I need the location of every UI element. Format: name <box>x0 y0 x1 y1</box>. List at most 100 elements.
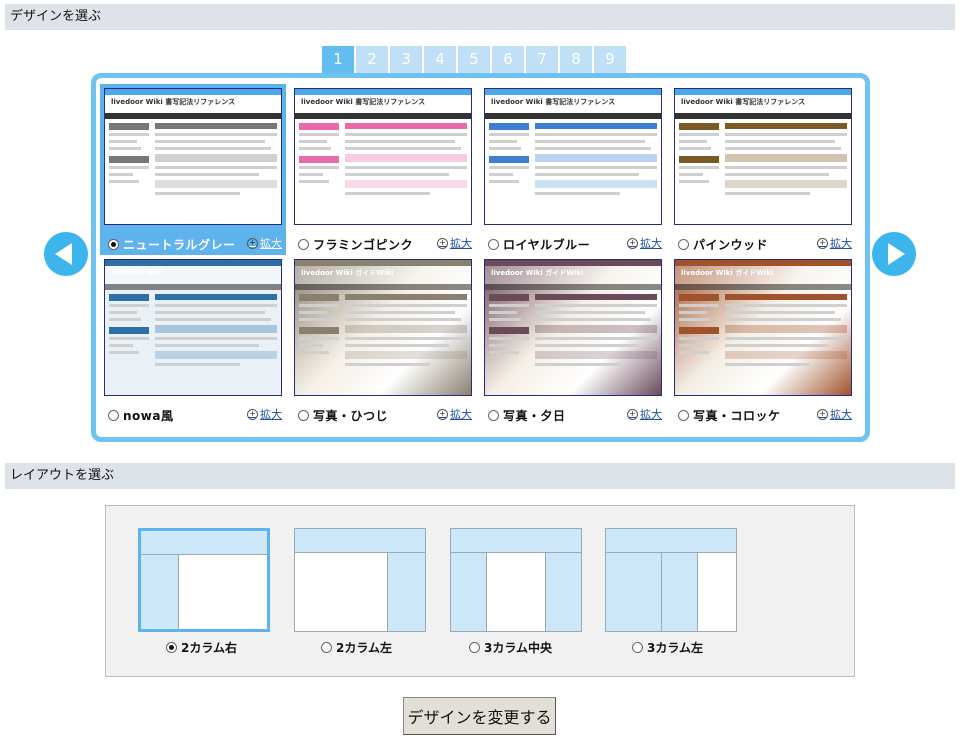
zoom-magnifier-icon: + <box>817 237 828 249</box>
theme-option[interactable]: livedoor Wiki 書写記法リファレンスパインウッド + 拡大 <box>670 84 856 255</box>
theme-preview-title: livedoor Wiki ガイドWiki <box>681 269 774 277</box>
theme-option[interactable]: livedoor Wiki 書写記法リファレンスロイヤルブルー + 拡大 <box>480 84 666 255</box>
page-4-button[interactable]: 4 <box>424 46 456 73</box>
zoom-magnifier-icon: + <box>437 408 448 420</box>
theme-option[interactable]: livedoor Wiki ガイドWiki 写真・ひつじ + 拡大 <box>290 255 476 426</box>
theme-radio-button[interactable] <box>678 239 689 250</box>
page-2-button[interactable]: 2 <box>356 46 388 73</box>
theme-name: フラミンゴピンク <box>313 238 414 252</box>
prev-page-arrow-icon[interactable] <box>44 232 88 276</box>
theme-preview-image: livedoor Wiki 書写記法リファレンス <box>674 88 852 225</box>
layout-radio-label[interactable]: 3カラム左 <box>632 639 703 656</box>
layout-section-header: レイアウトを選ぶ <box>5 463 955 489</box>
theme-preview-title: livedoor Wiki ガイドWiki <box>301 269 394 277</box>
page-1-button[interactable]: 1 <box>322 46 354 73</box>
theme-name: nowa風 <box>123 409 174 423</box>
page-9-button[interactable]: 9 <box>594 46 626 73</box>
zoom-label: 拡大 <box>830 237 852 250</box>
layout-radio-button[interactable] <box>166 642 177 653</box>
theme-preview-title: livedoor Wiki ガイドWiki <box>491 269 584 277</box>
zoom-label: 拡大 <box>450 408 472 421</box>
zoom-label: 拡大 <box>260 237 282 250</box>
theme-preview-image: livedoor Wiki ガイドWiki <box>294 259 472 396</box>
theme-preview-image: livedoor Wiki ガイドWiki <box>484 259 662 396</box>
theme-radio-label[interactable]: ロイヤルブルー <box>488 236 590 253</box>
layout-preview[interactable] <box>605 528 737 632</box>
zoom-magnifier-icon: + <box>627 408 638 420</box>
layout-radio-label[interactable]: 2カラム右 <box>166 639 237 656</box>
theme-radio-button[interactable] <box>488 410 499 421</box>
page-7-button[interactable]: 7 <box>526 46 558 73</box>
theme-carousel: livedoor Wiki 書写記法リファレンス ニュートラルグレー + 拡大 live… <box>91 73 870 442</box>
page-3-button[interactable]: 3 <box>390 46 422 73</box>
theme-radio-label[interactable]: 写真・コロッケ <box>678 407 781 424</box>
zoom-link[interactable]: + 拡大 <box>627 235 662 251</box>
layout-section-title: レイアウトを選ぶ <box>10 468 115 483</box>
theme-radio-button[interactable] <box>108 410 119 421</box>
theme-preview-image: livedoor Wiki 書写記法リファレンス <box>294 88 472 225</box>
theme-radio-label[interactable]: nowa風 <box>108 407 173 424</box>
layout-name: 2カラム左 <box>336 641 392 655</box>
theme-name: 写真・コロッケ <box>693 409 781 423</box>
zoom-magnifier-icon: + <box>817 408 828 420</box>
zoom-link[interactable]: + 拡大 <box>627 406 662 422</box>
design-section-title: デザインを選ぶ <box>10 9 102 24</box>
theme-name: ロイヤルブルー <box>503 238 591 252</box>
theme-radio-label[interactable]: 写真・ひつじ <box>298 407 388 424</box>
theme-radio-button[interactable] <box>108 239 119 250</box>
next-page-arrow-icon[interactable] <box>872 232 916 276</box>
zoom-magnifier-icon: + <box>247 237 258 249</box>
zoom-link[interactable]: + 拡大 <box>437 406 472 422</box>
page-6-button[interactable]: 6 <box>492 46 524 73</box>
design-section-header: デザインを選ぶ <box>5 4 955 30</box>
zoom-magnifier-icon: + <box>437 237 448 249</box>
layout-name: 3カラム左 <box>647 641 703 655</box>
theme-preview-title: livedoor Wiki 書写記法リファレンス <box>681 98 806 106</box>
theme-option[interactable]: livedoor Wiki ガイドWiki 写真・コロッケ + 拡大 <box>670 255 856 426</box>
theme-preview-title: livedoor Wiki <box>111 268 163 276</box>
layout-name: 2カラム右 <box>181 641 237 655</box>
theme-radio-label[interactable]: 写真・夕日 <box>488 407 566 424</box>
theme-preview-image: livedoor Wiki ガイドWiki <box>674 259 852 396</box>
theme-option[interactable]: livedoor Wiki 書写記法リファレンスフラミンゴピンク + 拡大 <box>290 84 476 255</box>
layout-preview[interactable] <box>138 528 270 632</box>
theme-option[interactable]: livedoor Wiki ガイドWiki 写真・夕日 + 拡大 <box>480 255 666 426</box>
theme-preview-title: livedoor Wiki 書写記法リファレンス <box>491 98 616 106</box>
theme-name: 写真・夕日 <box>503 409 566 423</box>
zoom-link[interactable]: + 拡大 <box>437 235 472 251</box>
page-5-button[interactable]: 5 <box>458 46 490 73</box>
zoom-magnifier-icon: + <box>627 237 638 249</box>
theme-radio-button[interactable] <box>298 410 309 421</box>
zoom-link[interactable]: + 拡大 <box>247 406 282 422</box>
zoom-label: 拡大 <box>260 408 282 421</box>
theme-radio-label[interactable]: ニュートラルグレー <box>108 236 236 253</box>
theme-radio-button[interactable] <box>298 239 309 250</box>
theme-preview-title: livedoor Wiki 書写記法リファレンス <box>111 98 236 106</box>
layout-preview[interactable] <box>294 528 426 632</box>
layout-radio-button[interactable] <box>321 642 332 653</box>
layout-preview[interactable] <box>450 528 582 632</box>
layout-radio-button[interactable] <box>469 642 480 653</box>
layout-radio-button[interactable] <box>632 642 643 653</box>
theme-preview-image: livedoor Wiki 書写記法リファレンス <box>484 88 662 225</box>
layout-name: 3カラム中央 <box>484 641 552 655</box>
theme-radio-label[interactable]: パインウッド <box>678 236 768 253</box>
theme-preview-image: livedoor Wiki 書写記法リファレンス <box>104 88 282 225</box>
layout-radio-label[interactable]: 3カラム中央 <box>469 639 552 656</box>
theme-radio-button[interactable] <box>678 410 689 421</box>
theme-radio-label[interactable]: フラミンゴピンク <box>298 236 413 253</box>
page-8-button[interactable]: 8 <box>560 46 592 73</box>
theme-option[interactable]: livedoor Wiki nowa風 + 拡大 <box>100 255 286 426</box>
change-design-button[interactable]: デザインを変更する <box>403 697 556 735</box>
zoom-magnifier-icon: + <box>247 408 258 420</box>
zoom-label: 拡大 <box>640 408 662 421</box>
theme-radio-button[interactable] <box>488 239 499 250</box>
theme-preview-title: livedoor Wiki 書写記法リファレンス <box>301 98 426 106</box>
theme-name: 写真・ひつじ <box>313 409 389 423</box>
zoom-link[interactable]: + 拡大 <box>817 235 852 251</box>
zoom-link[interactable]: + 拡大 <box>817 406 852 422</box>
zoom-link[interactable]: + 拡大 <box>247 235 282 251</box>
layout-radio-label[interactable]: 2カラム左 <box>321 639 392 656</box>
theme-preview-image: livedoor Wiki <box>104 259 282 396</box>
theme-option[interactable]: livedoor Wiki 書写記法リファレンスニュートラルグレー + 拡大 <box>100 84 286 255</box>
